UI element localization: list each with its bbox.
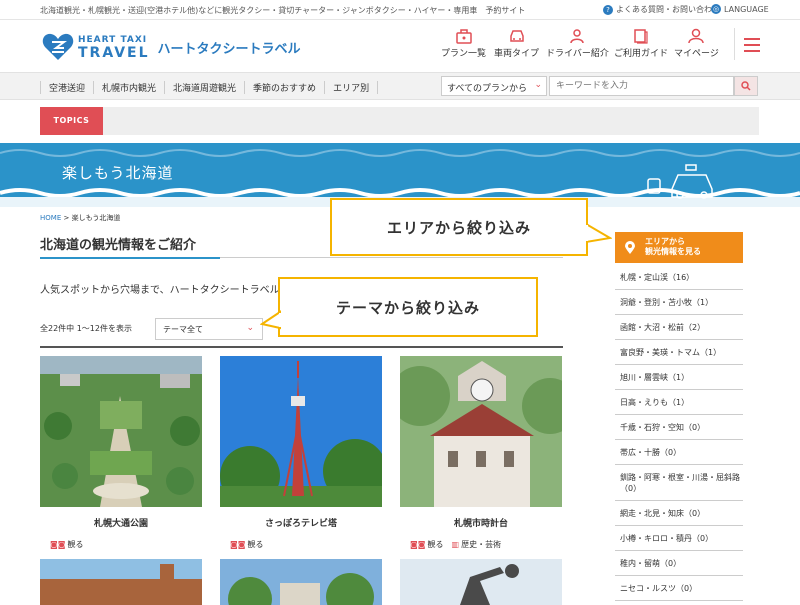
car-icon bbox=[509, 30, 524, 42]
spot-name: 札幌大通公園 bbox=[93, 519, 148, 529]
area-sidebar-heading: エリアから 観光情報を見る bbox=[615, 232, 743, 263]
area-item-furano[interactable]: 富良野・美瑛・トマム（1） bbox=[615, 340, 743, 365]
suitcase-icon bbox=[455, 29, 472, 44]
binoculars-icon: ◙◙ bbox=[410, 540, 426, 549]
topics-label: TOPICS bbox=[40, 107, 103, 135]
language-link[interactable]: ◎ LANGUAGE bbox=[711, 4, 769, 14]
sub-navigation: 空港送迎 札幌市内観光 北海道周遊観光 季節のおすすめ エリア別 すべてのプラン… bbox=[0, 72, 800, 100]
spot-name: さっぽろテレビ塔 bbox=[264, 519, 337, 529]
logo-line1: HEART TAXI bbox=[78, 34, 148, 45]
spot-image bbox=[400, 559, 562, 605]
subnav-by-area[interactable]: エリア別 bbox=[324, 81, 379, 94]
nav-my-page[interactable]: マイページ bbox=[674, 28, 719, 59]
guide-book-icon bbox=[634, 29, 648, 44]
area-item-chitose[interactable]: 千歳・石狩・空知（0） bbox=[615, 415, 743, 440]
spot-card-partial[interactable] bbox=[400, 559, 562, 605]
area-item-wakkanai[interactable]: 稚内・留萌（0） bbox=[615, 551, 743, 576]
area-list: 札幌・定山渓（16） 洞爺・登別・苫小牧（1） 函館・大沼・松前（2） 富良野・… bbox=[615, 265, 743, 601]
breadcrumb: HOME > 楽しもう北海道 bbox=[40, 214, 121, 222]
globe-icon: ◎ bbox=[711, 4, 721, 14]
plan-select[interactable]: すべてのプランから ⌄ bbox=[441, 76, 547, 96]
binoculars-icon: ◙◙ bbox=[230, 540, 246, 549]
breadcrumb-current: 楽しもう北海道 bbox=[71, 214, 121, 222]
heart-logo-icon bbox=[42, 33, 74, 60]
spot-image bbox=[40, 559, 202, 605]
binoculars-icon: ◙◙ bbox=[50, 540, 66, 549]
logo[interactable]: HEART TAXI TRAVEL ハートタクシートラベル bbox=[42, 33, 301, 61]
topics-bar: TOPICS bbox=[40, 107, 759, 135]
hamburger-icon bbox=[744, 38, 760, 40]
user-icon bbox=[688, 28, 705, 44]
spot-card-partial[interactable] bbox=[40, 559, 202, 605]
result-count: 全22件中 1～12件を表示 bbox=[40, 324, 132, 333]
spot-image bbox=[220, 559, 382, 605]
area-sidebar: エリアから 観光情報を見る 札幌・定山渓（16） 洞爺・登別・苫小牧（1） 函館… bbox=[596, 223, 766, 601]
tag-history-art: ▥ 歴史・芸術 bbox=[451, 540, 502, 549]
tag-sightseeing: ◙◙ 観る bbox=[410, 540, 444, 549]
nav-vehicle-type[interactable]: 車両タイプ bbox=[494, 28, 539, 59]
tag-sightseeing: ◙◙ 観る bbox=[230, 540, 264, 549]
map-pin-icon bbox=[625, 241, 635, 254]
chevron-down-icon: ⌄ bbox=[534, 80, 542, 90]
spot-image bbox=[400, 356, 562, 507]
area-item-kushiro[interactable]: 釧路・阿寒・根室・川湯・屈斜路（0） bbox=[615, 465, 743, 501]
site-header: HEART TAXI TRAVEL ハートタクシートラベル プラン一覧 車両タイ… bbox=[0, 20, 800, 72]
list-divider bbox=[40, 346, 563, 348]
breadcrumb-home[interactable]: HOME bbox=[40, 214, 61, 222]
title-underline bbox=[40, 257, 563, 259]
menu-button[interactable] bbox=[734, 28, 766, 60]
area-item-abashiri[interactable]: 網走・北見・知床（0） bbox=[615, 501, 743, 526]
spot-image bbox=[40, 356, 202, 507]
spot-card-odori-park[interactable]: 札幌大通公園 ◙◙ 観る bbox=[40, 356, 202, 550]
spot-card-tv-tower[interactable]: さっぽろテレビ塔 ◙◙ 観る bbox=[220, 356, 382, 550]
search-button[interactable] bbox=[734, 76, 758, 96]
spot-name: 札幌市時計台 bbox=[453, 519, 508, 529]
area-item-obihiro[interactable]: 帯広・十勝（0） bbox=[615, 440, 743, 465]
subnav-hokkaido-tour[interactable]: 北海道周遊観光 bbox=[164, 81, 244, 94]
nav-usage-guide[interactable]: ご利用ガイド bbox=[614, 28, 668, 59]
intro-text: 人気スポットから穴場まで、ハートタクシートラベルお bbox=[40, 285, 290, 296]
keyword-search-input[interactable] bbox=[549, 76, 734, 96]
callout-arrow bbox=[586, 222, 612, 244]
building-icon: ▥ bbox=[451, 540, 460, 549]
area-item-toya[interactable]: 洞爺・登別・苫小牧（1） bbox=[615, 290, 743, 315]
page-title: 北海道の観光情報をご紹介 bbox=[40, 238, 197, 253]
site-description: 北海道観光・札幌観光・送迎(空港ホテル他)などに観光タクシー・貸切チャーター・ジ… bbox=[40, 6, 526, 15]
subnav-seasonal[interactable]: 季節のおすすめ bbox=[244, 81, 324, 94]
spot-card-clock-tower[interactable]: 札幌市時計台 ◙◙ 観る ▥ 歴史・芸術 bbox=[400, 356, 562, 550]
subnav-sapporo-city[interactable]: 札幌市内観光 bbox=[93, 81, 164, 94]
top-strip: 北海道観光・札幌観光・送迎(空港ホテル他)などに観光タクシー・貸切チャーター・ジ… bbox=[0, 0, 800, 20]
area-item-niseko[interactable]: ニセコ・ルスツ（0） bbox=[615, 576, 743, 601]
nav-driver-intro[interactable]: ドライバー紹介 bbox=[546, 28, 609, 59]
area-item-hakodate[interactable]: 函館・大沼・松前（2） bbox=[615, 315, 743, 340]
area-item-otaru[interactable]: 小樽・キロロ・積丹（0） bbox=[615, 526, 743, 551]
nav-plan-list[interactable]: プラン一覧 bbox=[441, 28, 486, 59]
logo-line2: TRAVEL bbox=[78, 44, 150, 61]
area-filter-callout: エリアから絞り込み bbox=[330, 198, 588, 256]
chevron-down-icon: ⌄ bbox=[246, 323, 254, 333]
area-item-sapporo[interactable]: 札幌・定山渓（16） bbox=[615, 265, 743, 290]
area-item-hidaka[interactable]: 日高・えりも（1） bbox=[615, 390, 743, 415]
area-item-asahikawa[interactable]: 旭川・層雲峡（1） bbox=[615, 365, 743, 390]
theme-select[interactable]: テーマ全て ⌄ bbox=[155, 318, 263, 340]
logo-japanese: ハートタクシートラベル bbox=[157, 41, 301, 57]
driver-icon bbox=[570, 29, 585, 44]
banner-title: 楽しもう北海道 bbox=[62, 164, 174, 182]
spot-card-partial[interactable] bbox=[220, 559, 382, 605]
callout-arrow bbox=[260, 310, 282, 330]
search-icon bbox=[741, 81, 751, 91]
theme-filter-callout: テーマから絞り込み bbox=[278, 277, 538, 337]
subnav-airport-transfer[interactable]: 空港送迎 bbox=[40, 81, 93, 94]
spot-image bbox=[220, 356, 382, 507]
tag-sightseeing: ◙◙ 観る bbox=[50, 540, 84, 549]
faq-link[interactable]: ? よくある質問・お問い合わせ bbox=[603, 4, 720, 15]
question-icon: ? bbox=[603, 4, 613, 15]
